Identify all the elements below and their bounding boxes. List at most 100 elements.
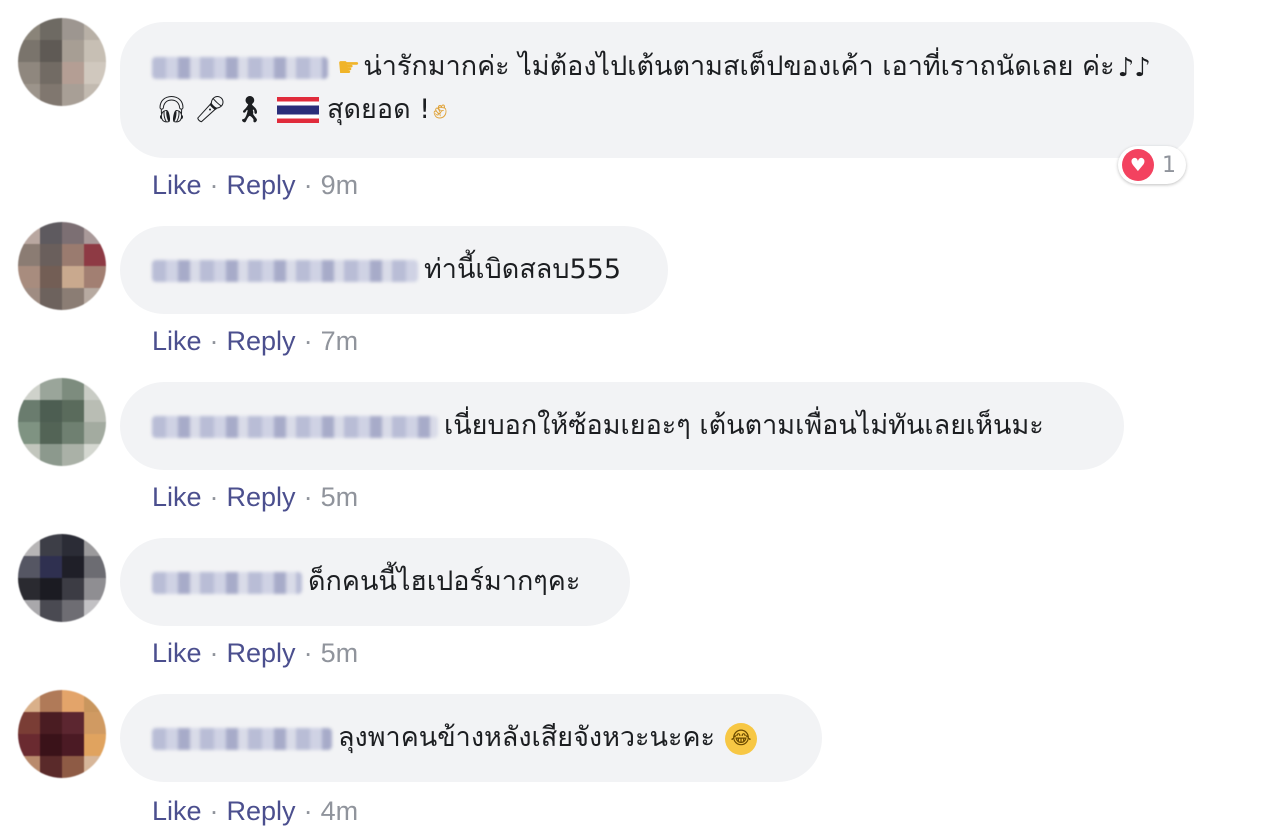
avatar-pixel	[40, 84, 62, 106]
timestamp[interactable]: 7m	[321, 326, 359, 356]
separator-dot: ·	[209, 638, 219, 668]
pointing-hand-icon: ☛	[337, 52, 361, 83]
avatar-pixel	[84, 288, 106, 310]
avatar-pixel	[62, 266, 84, 288]
avatar[interactable]	[18, 222, 106, 310]
music-notes-icon: ♪♪	[1117, 52, 1151, 83]
commenter-name-blurred[interactable]	[152, 571, 302, 594]
like-link[interactable]: Like	[152, 326, 202, 356]
avatar-pixel	[62, 690, 84, 712]
avatar-pixel	[84, 244, 106, 266]
reply-link[interactable]: Reply	[227, 638, 296, 668]
avatar-pixel	[62, 400, 84, 422]
comment-body: ด็กคนนี้ไฮเปอร์มากๆคะ	[308, 566, 581, 597]
avatar-pixel	[18, 400, 40, 422]
avatar-pixel	[40, 422, 62, 444]
avatar-pixel	[62, 444, 84, 466]
avatar-pixel	[18, 222, 40, 244]
timestamp[interactable]: 4m	[321, 796, 359, 826]
avatar-pixel	[18, 534, 40, 556]
separator-dot: ·	[303, 482, 313, 512]
fist-icon: ✊︎	[433, 95, 448, 125]
avatar-pixel	[18, 756, 40, 778]
avatar-pixel	[18, 288, 40, 310]
commenter-name-blurred[interactable]	[152, 727, 332, 750]
reaction-badge[interactable]: ♥ 1	[1118, 146, 1186, 184]
avatar-pixel	[84, 378, 106, 400]
like-link[interactable]: Like	[152, 638, 202, 668]
avatar-pixel	[84, 734, 106, 756]
laughing-tears-icon: 😂︎	[725, 722, 758, 755]
avatar-pixel	[62, 244, 84, 266]
avatar-pixel	[18, 18, 40, 40]
reply-link[interactable]: Reply	[227, 326, 296, 356]
avatar-pixel	[40, 288, 62, 310]
avatar[interactable]	[18, 534, 106, 622]
comment-body: ลุงพาคนข้างหลังเสียจังหวะนะคะ	[338, 722, 716, 753]
avatar-pixel	[18, 62, 40, 84]
like-link[interactable]: Like	[152, 482, 202, 512]
reply-link[interactable]: Reply	[227, 170, 296, 200]
comment-actions: Like · Reply · 5m	[152, 482, 358, 513]
avatar-pixel	[40, 578, 62, 600]
avatar-pixel	[84, 600, 106, 622]
avatar-pixel	[18, 556, 40, 578]
avatar-pixel	[84, 534, 106, 556]
avatar-pixel	[62, 756, 84, 778]
avatar-pixel	[62, 62, 84, 84]
avatar-pixel	[18, 734, 40, 756]
avatar-pixel	[40, 244, 62, 266]
comment-bubble: ลุงพาคนข้างหลังเสียจังหวะนะคะ 😂︎	[120, 694, 822, 782]
comment-text: ท่านี้เบิดสลบ555	[152, 249, 621, 291]
reply-link[interactable]: Reply	[227, 796, 296, 826]
timestamp[interactable]: 9m	[321, 170, 359, 200]
avatar[interactable]	[18, 690, 106, 778]
avatar-pixel	[62, 288, 84, 310]
separator-dot: ·	[209, 482, 219, 512]
avatar-pixel	[84, 266, 106, 288]
avatar-pixel	[84, 756, 106, 778]
avatar-pixel	[84, 222, 106, 244]
commenter-name-blurred[interactable]	[152, 56, 328, 79]
avatar-pixel	[18, 84, 40, 106]
avatar[interactable]	[18, 18, 106, 106]
avatar-pixel	[40, 222, 62, 244]
avatar-pixel	[40, 734, 62, 756]
avatar[interactable]	[18, 378, 106, 466]
headphones-icon: 🎧︎	[155, 95, 189, 125]
avatar-pixel	[18, 600, 40, 622]
avatar-pixel	[84, 18, 106, 40]
commenter-name-blurred[interactable]	[152, 415, 438, 438]
avatar-pixel	[62, 84, 84, 106]
like-link[interactable]: Like	[152, 170, 202, 200]
commenter-name-blurred[interactable]	[152, 259, 418, 282]
avatar-pixel	[62, 556, 84, 578]
avatar-pixel	[18, 422, 40, 444]
comment-actions: Like · Reply · 9m	[152, 170, 358, 201]
avatar-pixel	[18, 712, 40, 734]
comment-text: ด็กคนนี้ไฮเปอร์มากๆคะ	[152, 561, 580, 603]
timestamp[interactable]: 5m	[321, 482, 359, 512]
avatar-pixel	[84, 62, 106, 84]
heart-icon: ♥	[1122, 149, 1154, 181]
avatar-pixel	[62, 378, 84, 400]
avatar-pixel	[84, 556, 106, 578]
separator-dot: ·	[209, 170, 219, 200]
avatar-pixel	[40, 18, 62, 40]
separator-dot: ·	[209, 326, 219, 356]
reply-link[interactable]: Reply	[227, 482, 296, 512]
separator-dot: ·	[303, 326, 313, 356]
reaction-count: 1	[1162, 152, 1176, 178]
comment-bubble: เนี่ยบอกให้ซ้อมเยอะๆ เต้นตามเพื่อนไม่ทัน…	[120, 382, 1124, 470]
avatar-pixel	[40, 62, 62, 84]
timestamp[interactable]: 5m	[321, 638, 359, 668]
separator-dot: ·	[303, 170, 313, 200]
avatar-pixel	[84, 444, 106, 466]
comment-actions: Like · Reply · 7m	[152, 326, 358, 357]
avatar-pixel	[40, 400, 62, 422]
avatar-pixel	[62, 18, 84, 40]
like-link[interactable]: Like	[152, 796, 202, 826]
avatar-pixel	[84, 690, 106, 712]
avatar-pixel	[40, 378, 62, 400]
avatar-pixel	[40, 690, 62, 712]
